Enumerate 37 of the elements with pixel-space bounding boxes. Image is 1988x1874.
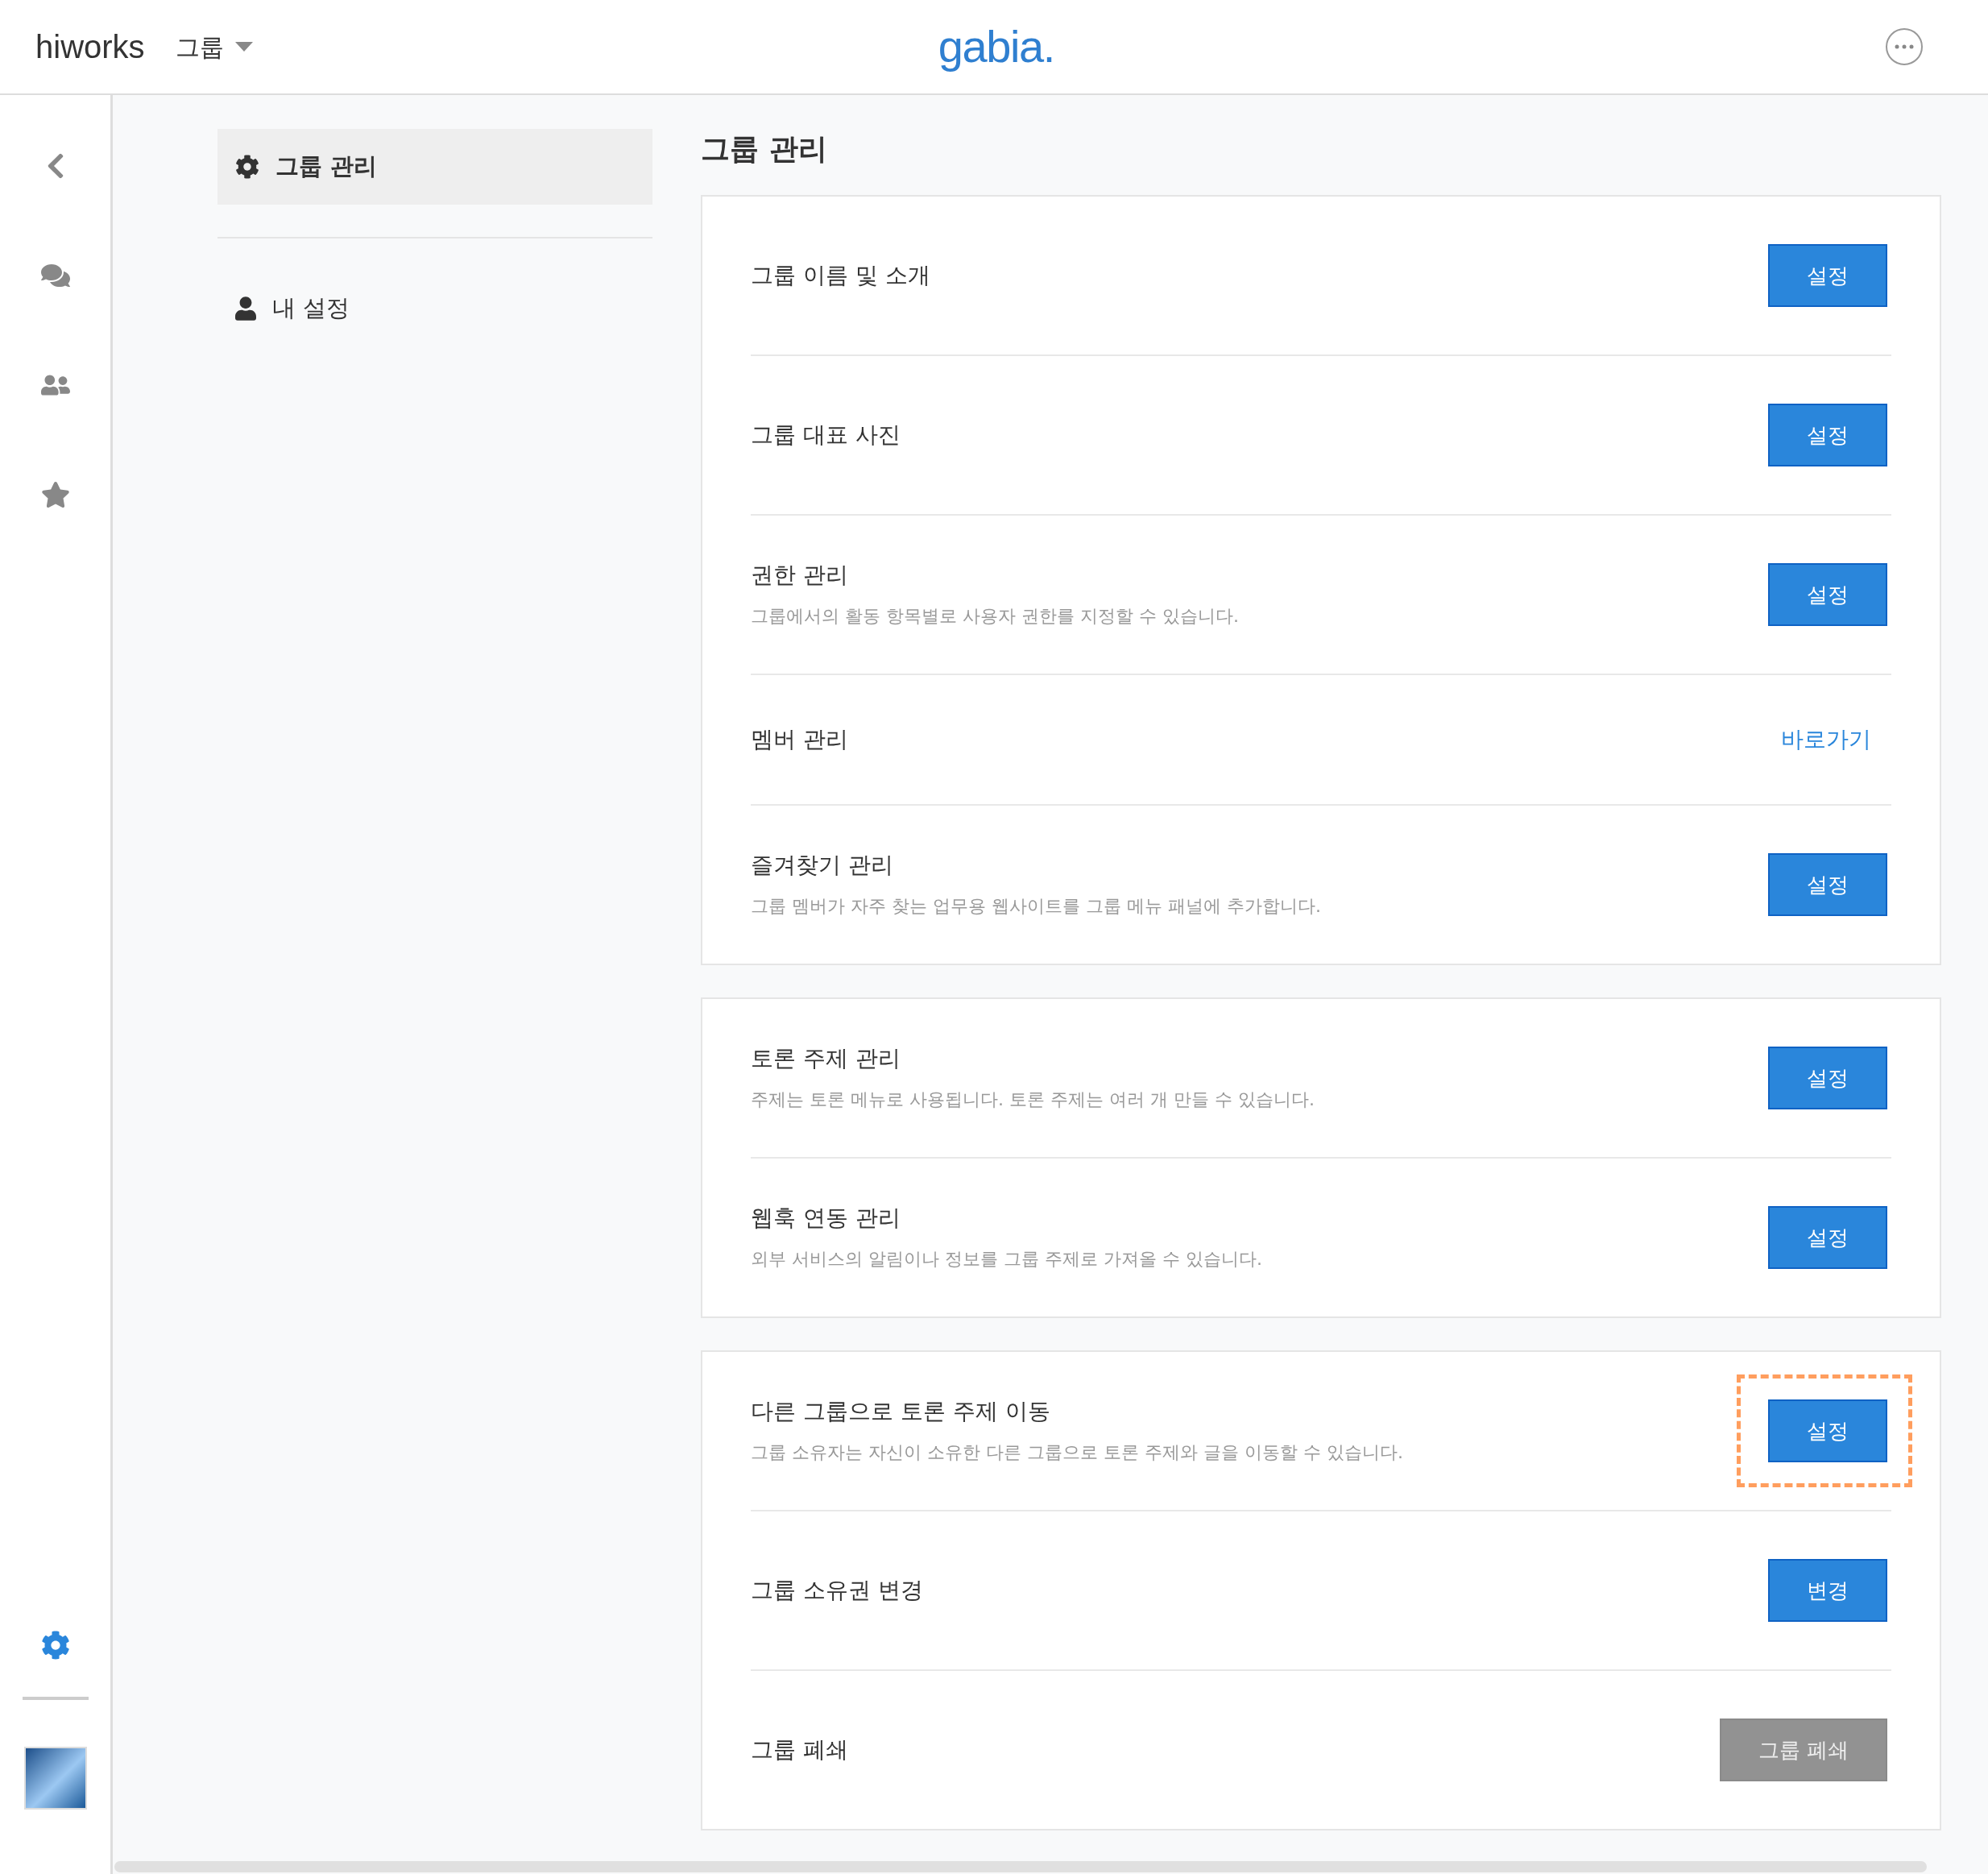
setting-title: 그룹 이름 및 소개 [751,261,930,290]
setting-title: 멤버 관리 [751,725,848,754]
settings-button[interactable]: 설정 [1768,853,1887,916]
shortcut-link[interactable]: 바로가기 [1765,723,1887,757]
user-icon [235,296,256,321]
setting-description: 주제는 토론 메뉴로 사용됩니다. 토론 주제는 여러 개 만들 수 있습니다. [751,1088,1315,1111]
settings-button[interactable]: 설정 [1768,563,1887,626]
photo-placeholder[interactable] [23,1747,87,1810]
group-menu[interactable]: 그룹 [175,28,253,65]
setting-description: 그룹에서의 활동 항목별로 사용자 권한를 지정할 수 있습니다. [751,605,1239,628]
settings-button[interactable]: 설정 [1768,1047,1887,1109]
logo: gabia. [938,20,1054,73]
setting-title: 다른 그룹으로 토론 주제 이동 [751,1397,1051,1426]
settings-icon [235,155,259,179]
setting-title: 그룹 소유권 변경 [751,1576,923,1605]
setting-description: 그룹 멤버가 자주 찾는 업무용 웹사이트를 그룹 메뉴 패널에 추가합니다. [751,895,1321,918]
settings-button[interactable]: 설정 [1768,1399,1887,1462]
more-icon[interactable] [1885,27,1924,66]
sidebar-item[interactable]: 내 설정 [217,271,652,346]
setting-title: 즐겨찾기 관리 [751,851,894,880]
scrollbar[interactable] [114,1861,1927,1872]
setting-description: 그룹 소유자는 자신이 소유한 다른 그룹으로 토론 주제와 글을 이동할 수 있습니다. [751,1441,1403,1464]
settings-button[interactable]: 그룹 폐쇄 [1719,1719,1887,1781]
page-title: 그룹 관리 [701,131,827,167]
sidebar-item[interactable]: 그룹 관리 [217,129,652,205]
setting-title: 웹훅 연동 관리 [751,1204,901,1233]
brand-name[interactable]: hiworks [35,23,145,71]
settings-button[interactable]: 설정 [1768,244,1887,307]
settings-button[interactable]: 설정 [1768,404,1887,466]
setting-title: 토론 주제 관리 [751,1044,901,1073]
settings-button[interactable]: 설정 [1768,1206,1887,1269]
setting-description: 외부 서비스의 알림이나 정보를 그룹 주제로 가져올 수 있습니다. [751,1248,1262,1271]
setting-title: 그룹 대표 사진 [751,421,901,450]
setting-title: 그룹 폐쇄 [751,1735,848,1764]
settings-button[interactable]: 변경 [1768,1559,1887,1622]
caret-icon [234,42,253,52]
setting-title: 권한 관리 [751,561,849,590]
